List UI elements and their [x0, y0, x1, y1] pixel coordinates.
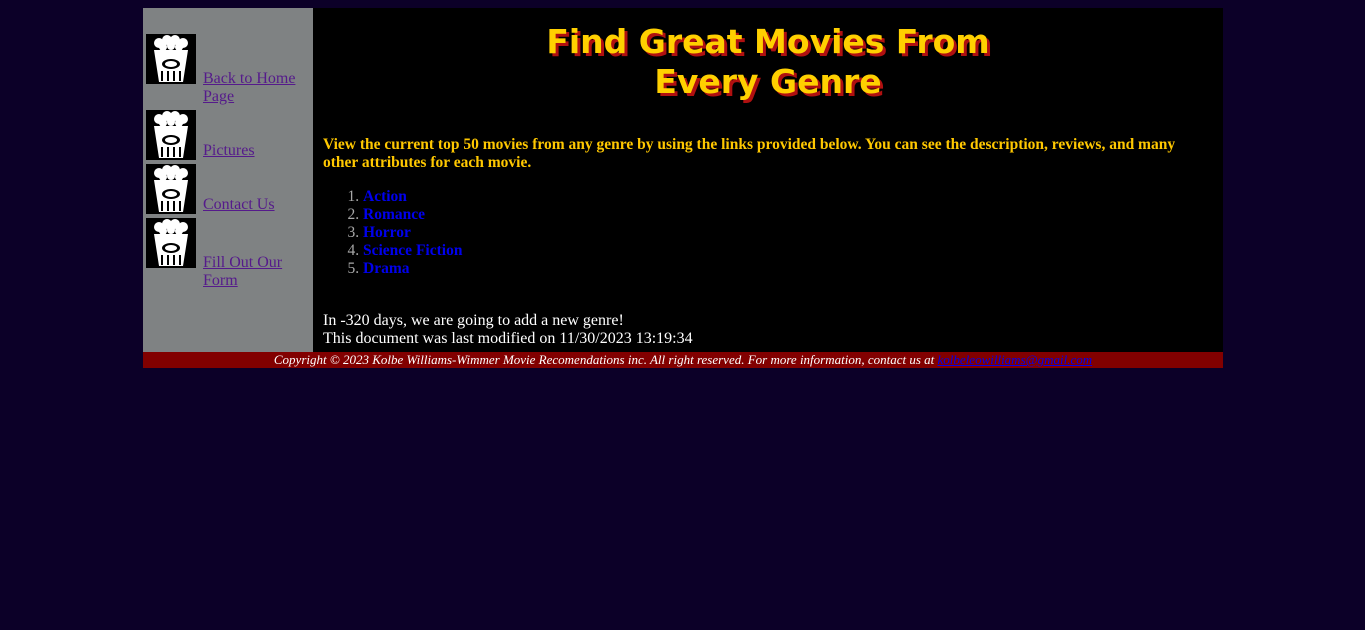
page-title: Find Great Movies From Every Genre: [323, 22, 1213, 102]
sidebar-item-label[interactable]: Back to Home Page: [203, 70, 303, 106]
genre-link-action[interactable]: Action: [363, 188, 407, 205]
list-item: Action: [363, 188, 1213, 206]
genre-list: Action Romance Horror Science Fiction Dr…: [323, 188, 1213, 278]
last-modified-text: This document was last modified on 11/30…: [323, 330, 693, 347]
layout-row: Back to Home Page Pictures Contact Us Fi…: [143, 8, 1223, 352]
intro-text: View the current top 50 movies from any …: [323, 136, 1176, 171]
genre-link-drama[interactable]: Drama: [363, 260, 410, 277]
sidebar-item-label[interactable]: Fill Out Our Form: [203, 254, 303, 290]
sidebar-item-pictures[interactable]: Pictures: [146, 110, 313, 160]
page-title-line-1: Find Great Movies From: [546, 22, 990, 61]
popcorn-icon: [146, 218, 196, 268]
genre-link-horror[interactable]: Horror: [363, 224, 411, 241]
list-item: Science Fiction: [363, 242, 1213, 260]
page-layout-table: Back to Home Page Pictures Contact Us Fi…: [143, 8, 1223, 368]
popcorn-icon: [146, 34, 196, 84]
countdown-text: In -320 days, we are going to add a new …: [323, 312, 624, 329]
list-item: Horror: [363, 224, 1213, 242]
sidebar-item-form[interactable]: Fill Out Our Form: [146, 218, 313, 290]
copyright-text: Copyright © 2023 Kolbe Williams-Wimmer M…: [273, 352, 938, 367]
sidebar-item-label[interactable]: Pictures: [203, 142, 303, 160]
popcorn-icon: [146, 110, 196, 160]
sidebar-item-contact[interactable]: Contact Us: [146, 164, 313, 214]
sidebar-item-home[interactable]: Back to Home Page: [146, 34, 313, 106]
list-item: Romance: [363, 206, 1213, 224]
popcorn-icon: [146, 164, 196, 214]
sidebar: Back to Home Page Pictures Contact Us Fi…: [143, 8, 313, 352]
list-item: Drama: [363, 260, 1213, 278]
page-title-line-2: Every Genre: [654, 62, 882, 101]
sidebar-item-label[interactable]: Contact Us: [203, 196, 303, 214]
main-content: Find Great Movies From Every Genre View …: [313, 8, 1223, 352]
footer: Copyright © 2023 Kolbe Williams-Wimmer M…: [143, 352, 1223, 368]
genre-link-science-fiction[interactable]: Science Fiction: [363, 242, 462, 259]
email-link[interactable]: kolbeleowilliams@gmail.com: [938, 352, 1093, 367]
genre-link-romance[interactable]: Romance: [363, 206, 425, 223]
